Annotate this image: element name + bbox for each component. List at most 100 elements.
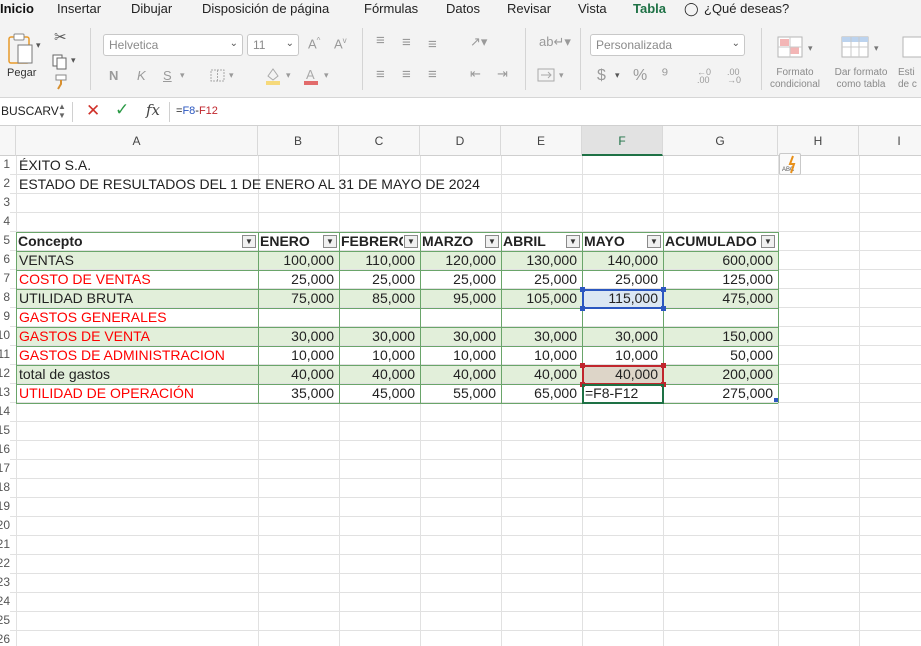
value-cell[interactable]: 25,000 [258,270,339,289]
align-middle-icon[interactable]: ≡ [402,34,411,51]
value-cell[interactable]: 40,000 [258,365,339,384]
row-header[interactable]: 18 [0,480,10,494]
column-header-g[interactable]: G [663,126,778,156]
currency-dropdown-icon[interactable]: ▾ [615,70,620,81]
cut-icon[interactable]: ✂ [54,28,67,46]
font-color-dropdown-icon[interactable]: ▾ [324,70,329,81]
row-header[interactable]: 19 [0,499,10,513]
underline-button[interactable]: S [163,68,172,83]
value-cell[interactable]: 25,000 [501,270,582,289]
value-cell[interactable]: 10,000 [420,346,501,365]
value-cell[interactable]: 85,000 [339,289,420,308]
value-cell[interactable] [663,308,778,327]
row-header[interactable]: 6 [0,252,10,266]
autocorrect-options-icon[interactable]: ABC [779,153,801,175]
value-cell[interactable]: 150,000 [663,327,778,346]
row-header[interactable]: 7 [0,271,10,285]
increase-indent-icon[interactable]: ⇥ [497,66,508,82]
concept-cell[interactable]: GASTOS GENERALES [16,308,258,327]
value-cell[interactable]: 25,000 [582,270,663,289]
borders-dropdown-icon[interactable]: ▾ [229,70,234,81]
value-cell[interactable] [258,308,339,327]
value-cell[interactable]: 40,000 [582,365,663,384]
tab-insertar[interactable]: Insertar [57,1,101,16]
borders-icon[interactable] [210,69,226,83]
value-cell[interactable]: 120,000 [420,251,501,270]
row-header[interactable]: 8 [0,290,10,304]
reference-handle[interactable] [661,363,666,368]
reference-handle[interactable] [661,306,666,311]
value-cell[interactable]: 50,000 [663,346,778,365]
tab-formulas[interactable]: Fórmulas [364,1,418,16]
percent-button[interactable]: % [633,67,647,85]
tell-me-search[interactable]: ¿Qué deseas? [704,1,789,16]
value-cell[interactable] [339,308,420,327]
formula-edit-cell[interactable]: =F8-F12 [582,384,663,403]
copy-dropdown-icon[interactable]: ▾ [71,55,76,66]
paste-dropdown-icon[interactable]: ▾ [36,40,41,51]
filter-dropdown-icon[interactable]: ▼ [485,235,499,248]
align-center-icon[interactable]: ≡ [402,66,411,83]
row-header[interactable]: 2 [0,176,10,190]
reference-handle[interactable] [580,287,585,292]
conditional-format-icon[interactable]: ▾ [776,35,816,61]
format-painter-icon[interactable] [53,74,69,90]
concept-cell[interactable]: GASTOS DE VENTA [16,327,258,346]
fill-color-icon[interactable] [264,66,282,86]
row-header[interactable]: 20 [0,518,10,532]
value-cell[interactable]: 45,000 [339,384,420,403]
value-cell[interactable]: 95,000 [420,289,501,308]
align-bottom-icon[interactable]: ≡ [428,36,437,53]
row-header[interactable]: 5 [0,233,10,247]
select-all-corner[interactable] [0,126,16,156]
column-header-d[interactable]: D [420,126,501,156]
increase-decimal-icon[interactable]: ←0.00 [697,68,711,85]
value-cell[interactable]: 75,000 [258,289,339,308]
merge-dropdown-icon[interactable]: ▾ [559,70,564,81]
tab-vista[interactable]: Vista [578,1,607,16]
thousands-separator-button[interactable]: ⁹ [661,64,669,85]
value-cell[interactable]: 65,000 [501,384,582,403]
reference-handle[interactable] [661,382,666,387]
column-header-c[interactable]: C [339,126,420,156]
row-header[interactable]: 12 [0,366,10,380]
row-header[interactable]: 1 [0,157,10,171]
value-cell[interactable]: 10,000 [258,346,339,365]
align-right-icon[interactable]: ≡ [428,66,437,83]
value-cell[interactable]: 10,000 [582,346,663,365]
value-cell[interactable]: 275,000 [663,384,778,403]
value-cell[interactable] [582,308,663,327]
tab-dibujar[interactable]: Dibujar [131,1,172,16]
tab-revisar[interactable]: Revisar [507,1,551,16]
concept-cell[interactable]: GASTOS DE ADMINISTRACION [16,346,258,365]
italic-button[interactable]: K [137,68,146,83]
bold-button[interactable]: N [109,68,118,83]
value-cell[interactable]: 125,000 [663,270,778,289]
tab-disposicion[interactable]: Disposición de página [202,1,329,16]
merge-center-icon[interactable] [537,67,557,83]
value-cell[interactable]: 130,000 [501,251,582,270]
value-cell[interactable]: 25,000 [339,270,420,289]
row-header[interactable]: 9 [0,309,10,323]
table-resize-handle[interactable] [774,398,778,402]
align-left-icon[interactable]: ≡ [376,66,385,83]
concept-cell[interactable]: VENTAS [16,251,258,270]
row-header[interactable]: 13 [0,385,10,399]
format-as-table-icon[interactable]: ▾ [840,35,884,61]
row-header[interactable]: 17 [0,461,10,475]
filter-dropdown-icon[interactable]: ▼ [566,235,580,248]
row-header[interactable]: 21 [0,537,10,551]
value-cell[interactable]: 600,000 [663,251,778,270]
column-header-a[interactable]: A [16,126,258,156]
value-cell[interactable]: 10,000 [501,346,582,365]
row-header[interactable]: 23 [0,575,10,589]
reference-handle[interactable] [661,287,666,292]
tab-tabla[interactable]: Tabla [633,1,666,16]
orientation-icon[interactable]: ↗▾ [470,34,487,50]
value-cell[interactable]: 30,000 [501,327,582,346]
value-cell[interactable]: 115,000 [582,289,663,308]
filter-dropdown-icon[interactable]: ▼ [647,235,661,248]
column-header-i[interactable]: I [859,126,921,156]
value-cell[interactable]: 10,000 [339,346,420,365]
filter-dropdown-icon[interactable]: ▼ [761,235,775,248]
